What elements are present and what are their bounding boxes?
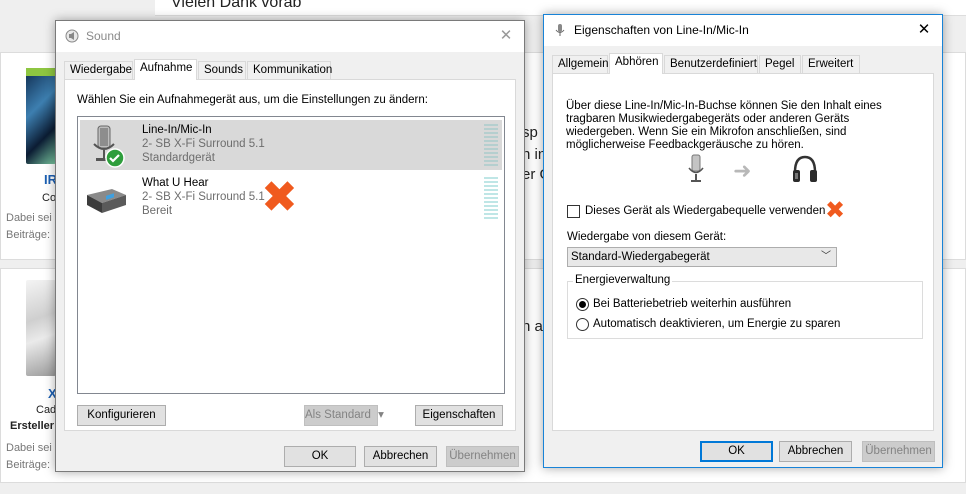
cancel-button[interactable]: Abbrechen <box>779 441 852 462</box>
set-default-button[interactable]: Als Standard ▾ <box>304 405 384 426</box>
tab-playback[interactable]: Wiedergabe <box>64 61 133 79</box>
listen-panel: Über diese Line-In/Mic-In-Buchse können … <box>552 73 934 431</box>
user-avatar[interactable] <box>26 68 56 164</box>
user-role: Ersteller <box>10 420 55 432</box>
dialog-title: Eigenschaften von Line-In/Mic-In <box>574 23 749 37</box>
description-line: wiedergeben. Wenn Sie ein Mikrofon ansch… <box>566 126 847 138</box>
listen-checkbox[interactable] <box>567 205 580 218</box>
device-status: Standardgerät <box>142 152 215 164</box>
cancel-button[interactable]: Abbrechen <box>364 446 437 467</box>
level-meter <box>484 177 498 219</box>
configure-button[interactable]: Konfigurieren <box>77 405 166 426</box>
recording-device-list[interactable]: Line-In/Mic-In 2- SB X-Fi Surround 5.1 S… <box>77 116 505 394</box>
dialog-title: Sound <box>86 29 121 43</box>
tab-general[interactable]: Allgemein <box>552 55 609 73</box>
headphones-icon <box>793 155 817 182</box>
properties-titlebar[interactable]: Eigenschaften von Line-In/Mic-In ✕ <box>544 15 942 46</box>
sound-titlebar[interactable]: Sound ✕ <box>56 21 524 52</box>
annotation-cross-mark: ✖ <box>825 196 846 224</box>
radio-keep-running-label[interactable]: Bei Batteriebetrieb weiterhin ausführen <box>593 298 791 310</box>
device-name: What U Hear <box>142 177 209 189</box>
listen-checkbox-label[interactable]: Dieses Gerät als Wiedergabequelle verwen… <box>585 205 825 217</box>
ok-button[interactable]: OK <box>284 446 356 467</box>
device-name: Line-In/Mic-In <box>142 124 212 136</box>
chevron-down-icon: ﹀ <box>821 251 831 262</box>
list-item-line-in[interactable]: Line-In/Mic-In 2- SB X-Fi Surround 5.1 S… <box>80 120 502 170</box>
user-rank: Cad <box>36 404 57 416</box>
tab-strip: Wiedergabe Aufnahme Sounds Kommunikation <box>64 59 364 80</box>
microphone-jack-icon <box>93 125 125 168</box>
user-posts: Beiträge: <box>6 459 51 471</box>
power-group-label: Energieverwaltung <box>573 274 673 286</box>
apply-button[interactable]: Übernehmen <box>446 446 519 467</box>
sound-card-icon <box>87 189 126 213</box>
tab-sounds[interactable]: Sounds <box>198 61 246 79</box>
description-line: Über diese Line-In/Mic-In-Buchse können … <box>566 100 882 112</box>
tab-advanced[interactable]: Erweitert <box>802 55 860 73</box>
description-line: möglicherweise Feedbackgeräusche zu höre… <box>566 139 804 151</box>
instruction-text: Wählen Sie ein Aufnahmegerät aus, um die… <box>77 94 428 106</box>
device-driver: 2- SB X-Fi Surround 5.1 <box>142 138 265 150</box>
chevron-down-icon: ▾ <box>378 409 384 421</box>
radio-keep-running[interactable] <box>576 298 589 311</box>
close-button[interactable]: ✕ <box>488 21 524 52</box>
arrow-right-icon: ➜ <box>733 158 752 183</box>
user-joined: Dabei sei <box>6 212 52 224</box>
user-joined: Dabei sei <box>6 442 52 454</box>
properties-dialog: Eigenschaften von Line-In/Mic-In ✕ Allge… <box>543 14 943 468</box>
tab-custom[interactable]: Benutzerdefiniert <box>664 55 758 73</box>
microphone-icon <box>688 154 704 182</box>
device-status: Bereit <box>142 205 173 217</box>
set-default-label: Als Standard <box>305 409 371 421</box>
tab-recording[interactable]: Aufnahme <box>134 59 197 80</box>
user-rank: Co <box>42 192 57 204</box>
device-driver: 2- SB X-Fi Surround 5.1 <box>142 191 265 203</box>
microphone-icon <box>555 24 565 36</box>
tab-levels[interactable]: Pegel <box>759 55 801 73</box>
annotation-cross-mark: ✖ <box>261 172 298 223</box>
properties-button[interactable]: Eigenschaften <box>415 405 503 426</box>
user-avatar[interactable] <box>26 280 56 376</box>
ok-button[interactable]: OK <box>700 441 773 462</box>
user-posts: Beiträge: <box>6 229 51 241</box>
description-text: Über diese Line-In/Mic-In-Buchse können … <box>566 100 926 152</box>
power-management-group <box>567 281 923 339</box>
forum-post-text: Vielen Dank vorab <box>171 0 302 11</box>
recording-panel: Wählen Sie ein Aufnahmegerät aus, um die… <box>64 79 516 431</box>
playback-device-value: Standard-Wiedergabegerät <box>571 251 710 263</box>
tab-strip: Allgemein Abhören Benutzerdefiniert Pege… <box>552 53 872 74</box>
playback-device-dropdown[interactable]: Standard-Wiedergabegerät ﹀ <box>567 247 837 267</box>
description-line: tragbaren Musikwiedergabegeräts oder and… <box>566 113 850 125</box>
radio-auto-disable-label[interactable]: Automatisch deaktivieren, um Energie zu … <box>593 318 840 330</box>
sound-dialog: Sound ✕ Wiedergabe Aufnahme Sounds Kommu… <box>55 20 525 472</box>
playback-label: Wiedergabe von diesem Gerät: <box>567 231 727 243</box>
radio-auto-disable[interactable] <box>576 318 589 331</box>
speaker-icon <box>65 29 79 43</box>
tab-communication[interactable]: Kommunikation <box>247 61 332 79</box>
apply-button[interactable]: Übernehmen <box>862 441 935 462</box>
level-meter <box>484 124 498 166</box>
close-button[interactable]: ✕ <box>906 15 942 46</box>
tab-listen[interactable]: Abhören <box>609 53 663 74</box>
